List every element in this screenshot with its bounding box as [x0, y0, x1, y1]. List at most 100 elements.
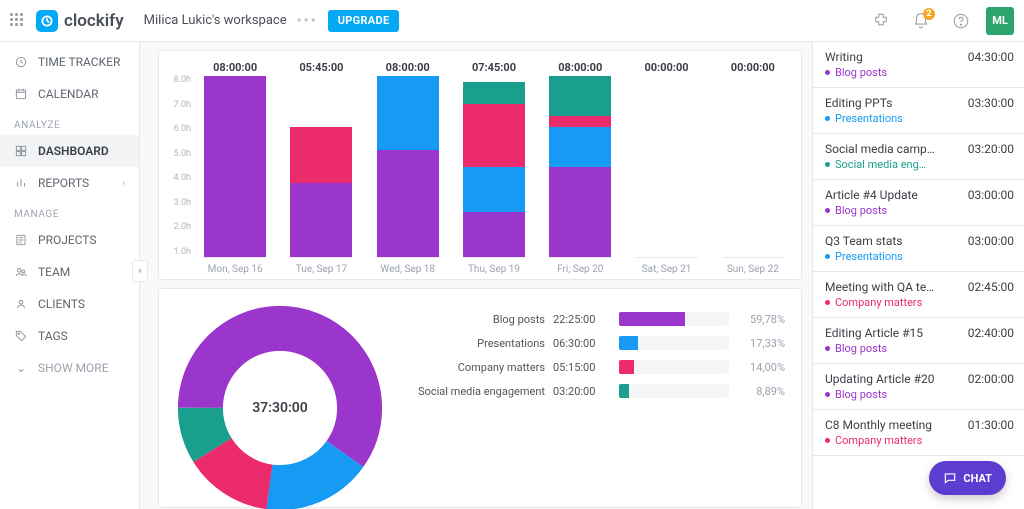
time-entry[interactable]: WritingBlog posts04:30:00 [813, 42, 1024, 88]
breakdown-name: Blog posts [395, 313, 545, 326]
bar-segment[interactable] [290, 127, 352, 184]
brand-logo[interactable]: clockify [36, 10, 124, 32]
breakdown-name: Social media engagement [395, 385, 545, 398]
help-icon[interactable] [946, 6, 976, 36]
sidebar-item-team[interactable]: TEAM [0, 256, 139, 288]
entry-title: Article #4 Update [825, 188, 918, 202]
sidebar-item-dashboard[interactable]: DASHBOARD [0, 135, 139, 167]
notifications-icon[interactable]: 2 [906, 6, 936, 36]
breakdown-row[interactable]: Company matters05:15:0014,00% [395, 355, 785, 379]
bar-segment[interactable] [463, 82, 525, 105]
entry-duration: 02:45:00 [968, 280, 1014, 294]
extension-icon[interactable] [866, 6, 896, 36]
upgrade-button[interactable]: UPGRADE [328, 10, 400, 32]
breakdown-row[interactable]: Blog posts 22:25:00 59,78% [395, 307, 785, 331]
bar-segment[interactable] [549, 116, 611, 127]
entry-project: Presentations [825, 112, 903, 125]
bar-column: 00:00:00Sat, Sep 21 [634, 61, 698, 277]
donut-chart: 37:30:00 [175, 303, 385, 509]
apps-grid-icon[interactable] [10, 13, 26, 29]
sidebar-item-label: SHOW MORE [38, 361, 109, 375]
sidebar-item-label: TAGS [38, 329, 68, 343]
bar-column: 00:00:00Sun, Sep 22 [721, 61, 785, 277]
sidebar-item-calendar[interactable]: CALENDAR [0, 78, 139, 110]
time-entry[interactable]: Editing PPTs Presentations 03:30:00 [813, 88, 1024, 134]
entry-duration: 03:00:00 [968, 234, 1014, 248]
chat-button[interactable]: CHAT [929, 461, 1006, 495]
bar-segment[interactable] [549, 76, 611, 116]
breakdown-name: Company matters [395, 361, 545, 374]
project-color-dot [825, 392, 830, 397]
clients-icon [14, 297, 28, 311]
sidebar-item-projects[interactable]: PROJECTS [0, 224, 139, 256]
notification-badge: 2 [923, 8, 935, 20]
breakdown-row[interactable]: Presentations06:30:0017,33% [395, 331, 785, 355]
time-entry[interactable]: Editing Article #15Blog posts02:40:00 [813, 318, 1024, 364]
sidebar-show-more[interactable]: ⌄ SHOW MORE [0, 352, 139, 384]
chevron-down-icon: ⌄ [14, 361, 28, 375]
sidebar-collapse-button[interactable]: « [132, 260, 148, 282]
time-entry[interactable]: C8 Monthly meetingCompany matters01:30:0… [813, 410, 1024, 456]
bar-column: 08:00:00Mon, Sep 16 [203, 61, 267, 277]
project-breakdown-card: 37:30:00 Blog posts 22:25:00 59,78% Present… [158, 288, 802, 508]
entry-project: Blog posts [825, 66, 887, 79]
sidebar-item-clients[interactable]: CLIENTS [0, 288, 139, 320]
sidebar-item-label: TIME TRACKER [38, 55, 120, 69]
entry-duration: 01:30:00 [968, 418, 1014, 432]
time-entry[interactable]: Meeting with QA te…Company matters02:45:… [813, 272, 1024, 318]
breakdown-time: 22:25:00 [553, 313, 611, 326]
bar-segment[interactable] [290, 183, 352, 257]
entry-project: Company matters [825, 296, 934, 309]
bar-x-label: Thu, Sep 19 [468, 264, 520, 275]
bar-total-label: 08:00:00 [213, 61, 257, 74]
breakdown-pct: 17,33% [737, 337, 785, 350]
bar-segment[interactable] [377, 150, 439, 257]
entry-duration: 03:20:00 [968, 142, 1014, 156]
time-entry[interactable]: Social media camp…Social media eng…03:20… [813, 134, 1024, 180]
bar-total-label: 00:00:00 [731, 61, 775, 74]
breakdown-name: Presentations [395, 337, 545, 350]
bar-segment[interactable] [463, 212, 525, 257]
workspace-more-icon[interactable]: ••• [297, 13, 318, 29]
project-color-dot [825, 162, 830, 167]
bar-segment[interactable] [204, 76, 266, 257]
time-entry[interactable]: Article #4 Update Blog posts 03:00:00 [813, 180, 1024, 226]
bar-segment[interactable] [549, 167, 611, 258]
entry-duration: 02:00:00 [968, 372, 1014, 386]
entry-title: Editing Article #15 [825, 326, 923, 340]
bar-segment[interactable] [463, 167, 525, 212]
entry-duration: 03:00:00 [968, 188, 1014, 202]
user-avatar[interactable]: ML [986, 7, 1014, 35]
breakdown-pct: 59,78% [737, 313, 785, 326]
entry-duration: 03:30:00 [968, 96, 1014, 110]
sidebar-item-label: TEAM [38, 265, 70, 279]
bar-segment[interactable] [463, 104, 525, 166]
project-color-dot [825, 346, 830, 351]
project-color-dot [825, 70, 830, 75]
breakdown-bar [619, 360, 729, 374]
projects-icon [14, 233, 28, 247]
time-entry[interactable]: Updating Article #20Blog posts02:00:00 [813, 364, 1024, 410]
breakdown-pct: 14,00% [737, 361, 785, 374]
entry-project: Blog posts [825, 342, 923, 355]
bar-x-label: Wed, Sep 18 [380, 264, 435, 275]
time-entry[interactable]: Q3 Team statsPresentations03:00:00 [813, 226, 1024, 272]
sidebar-item-tags[interactable]: TAGS [0, 320, 139, 352]
sidebar-item-time-tracker[interactable]: TIME TRACKER [0, 46, 139, 78]
bar-segment[interactable] [549, 127, 611, 167]
entry-title: Updating Article #20 [825, 372, 934, 386]
bar-total-label: 00:00:00 [645, 61, 689, 74]
sidebar-item-label: CALENDAR [38, 87, 98, 101]
entry-project: Blog posts [825, 204, 918, 217]
bar-stack [463, 76, 525, 258]
entry-title: Writing [825, 50, 887, 64]
workspace-name[interactable]: Milica Lukic's workspace [144, 13, 287, 28]
breakdown-row[interactable]: Social media engagement03:20:008,89% [395, 379, 785, 403]
bar-segment[interactable] [377, 76, 439, 150]
clock-icon [14, 55, 28, 69]
project-breakdown-list: Blog posts 22:25:00 59,78% Presentations06:… [395, 303, 785, 403]
bar-stack [204, 76, 266, 258]
project-color-dot [825, 300, 830, 305]
entry-title: Editing PPTs [825, 96, 903, 110]
sidebar-item-reports[interactable]: REPORTS › [0, 167, 139, 199]
